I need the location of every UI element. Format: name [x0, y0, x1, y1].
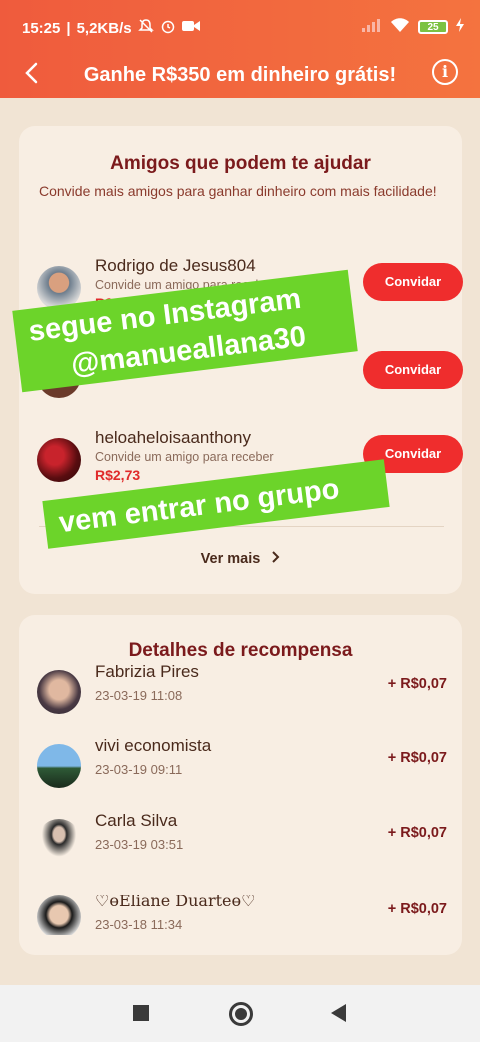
status-time: 15:25 [22, 19, 61, 37]
reward-date: 23-03-19 03:51 [95, 837, 184, 852]
info-button[interactable]: i [432, 59, 458, 85]
reward-row: Fabrizia Pires 23-03-19 11:08 + R$0,07 [37, 662, 447, 724]
avatar [37, 438, 81, 482]
mute-icon [137, 18, 154, 38]
reward-name: ♡ɵEliane Duarteɵ♡ [95, 895, 256, 910]
video-camera-icon [181, 19, 200, 37]
avatar [37, 744, 81, 788]
avatar [37, 895, 81, 935]
reward-amount: + R$0,07 [387, 676, 447, 692]
signal-icon [362, 18, 382, 36]
reward-name: Carla Silva [95, 811, 178, 830]
reward-date: 23-03-19 09:11 [95, 762, 183, 777]
friend-reward: R$2,73 [95, 467, 141, 483]
friend-name: Rodrigo de Jesus804 [95, 256, 256, 275]
see-more-label: Ver mais [200, 551, 261, 567]
system-back-button[interactable] [331, 1004, 346, 1022]
network-speed: 5,2KB/s [76, 19, 132, 37]
status-separator: | [66, 19, 71, 37]
reward-row: ♡ɵEliane Duarteɵ♡ 23-03-18 11:34 + R$0,0… [37, 895, 447, 935]
alarm-icon [160, 18, 176, 38]
info-icon: i [441, 62, 449, 81]
recent-apps-button[interactable] [133, 1005, 149, 1021]
home-button[interactable] [229, 1002, 253, 1026]
avatar [37, 670, 81, 714]
friends-card-subtitle: Convide mais amigos para ganhar dinheiro… [39, 183, 437, 199]
status-left: 15:25 | 5,2KB/s [22, 18, 200, 38]
system-nav-bar [0, 985, 480, 1042]
reward-date: 23-03-18 11:34 [95, 917, 183, 932]
reward-name: Fabrizia Pires [95, 662, 199, 681]
charging-icon [456, 18, 464, 36]
avatar [37, 819, 81, 863]
wifi-icon [390, 17, 410, 37]
reward-amount: + R$0,07 [387, 750, 447, 766]
reward-row: Carla Silva 23-03-19 03:51 + R$0,07 [37, 811, 447, 873]
battery-icon: 25 [418, 20, 448, 34]
rewards-card-title: Detalhes de recompensa [128, 640, 353, 661]
reward-row: vivi economista 23-03-19 09:11 + R$0,07 [37, 736, 447, 798]
app-header: Ganhe R$350 em dinheiro grátis! i [0, 54, 480, 98]
rewards-card: Detalhes de recompensa Fabrizia Pires 23… [19, 615, 462, 955]
reward-amount: + R$0,07 [387, 901, 447, 917]
reward-name: vivi economista [95, 736, 212, 755]
reward-amount: + R$0,07 [387, 825, 447, 841]
page-title: Ganhe R$350 em dinheiro grátis! [83, 64, 397, 86]
friend-name: heloaheloisaanthony [95, 428, 251, 447]
invite-button[interactable]: Convidar [363, 263, 463, 301]
see-more-link[interactable]: Ver mais [19, 551, 462, 567]
chevron-right-icon [272, 551, 280, 563]
status-right: 25 [362, 17, 464, 37]
friend-description: Convide um amigo para receber [95, 450, 274, 464]
status-bar: 15:25 | 5,2KB/s 25 [0, 0, 480, 54]
reward-date: 23-03-19 11:08 [95, 688, 183, 703]
invite-button[interactable]: Convidar [363, 351, 463, 389]
friends-card-title: Amigos que podem te ajudar [110, 153, 371, 174]
